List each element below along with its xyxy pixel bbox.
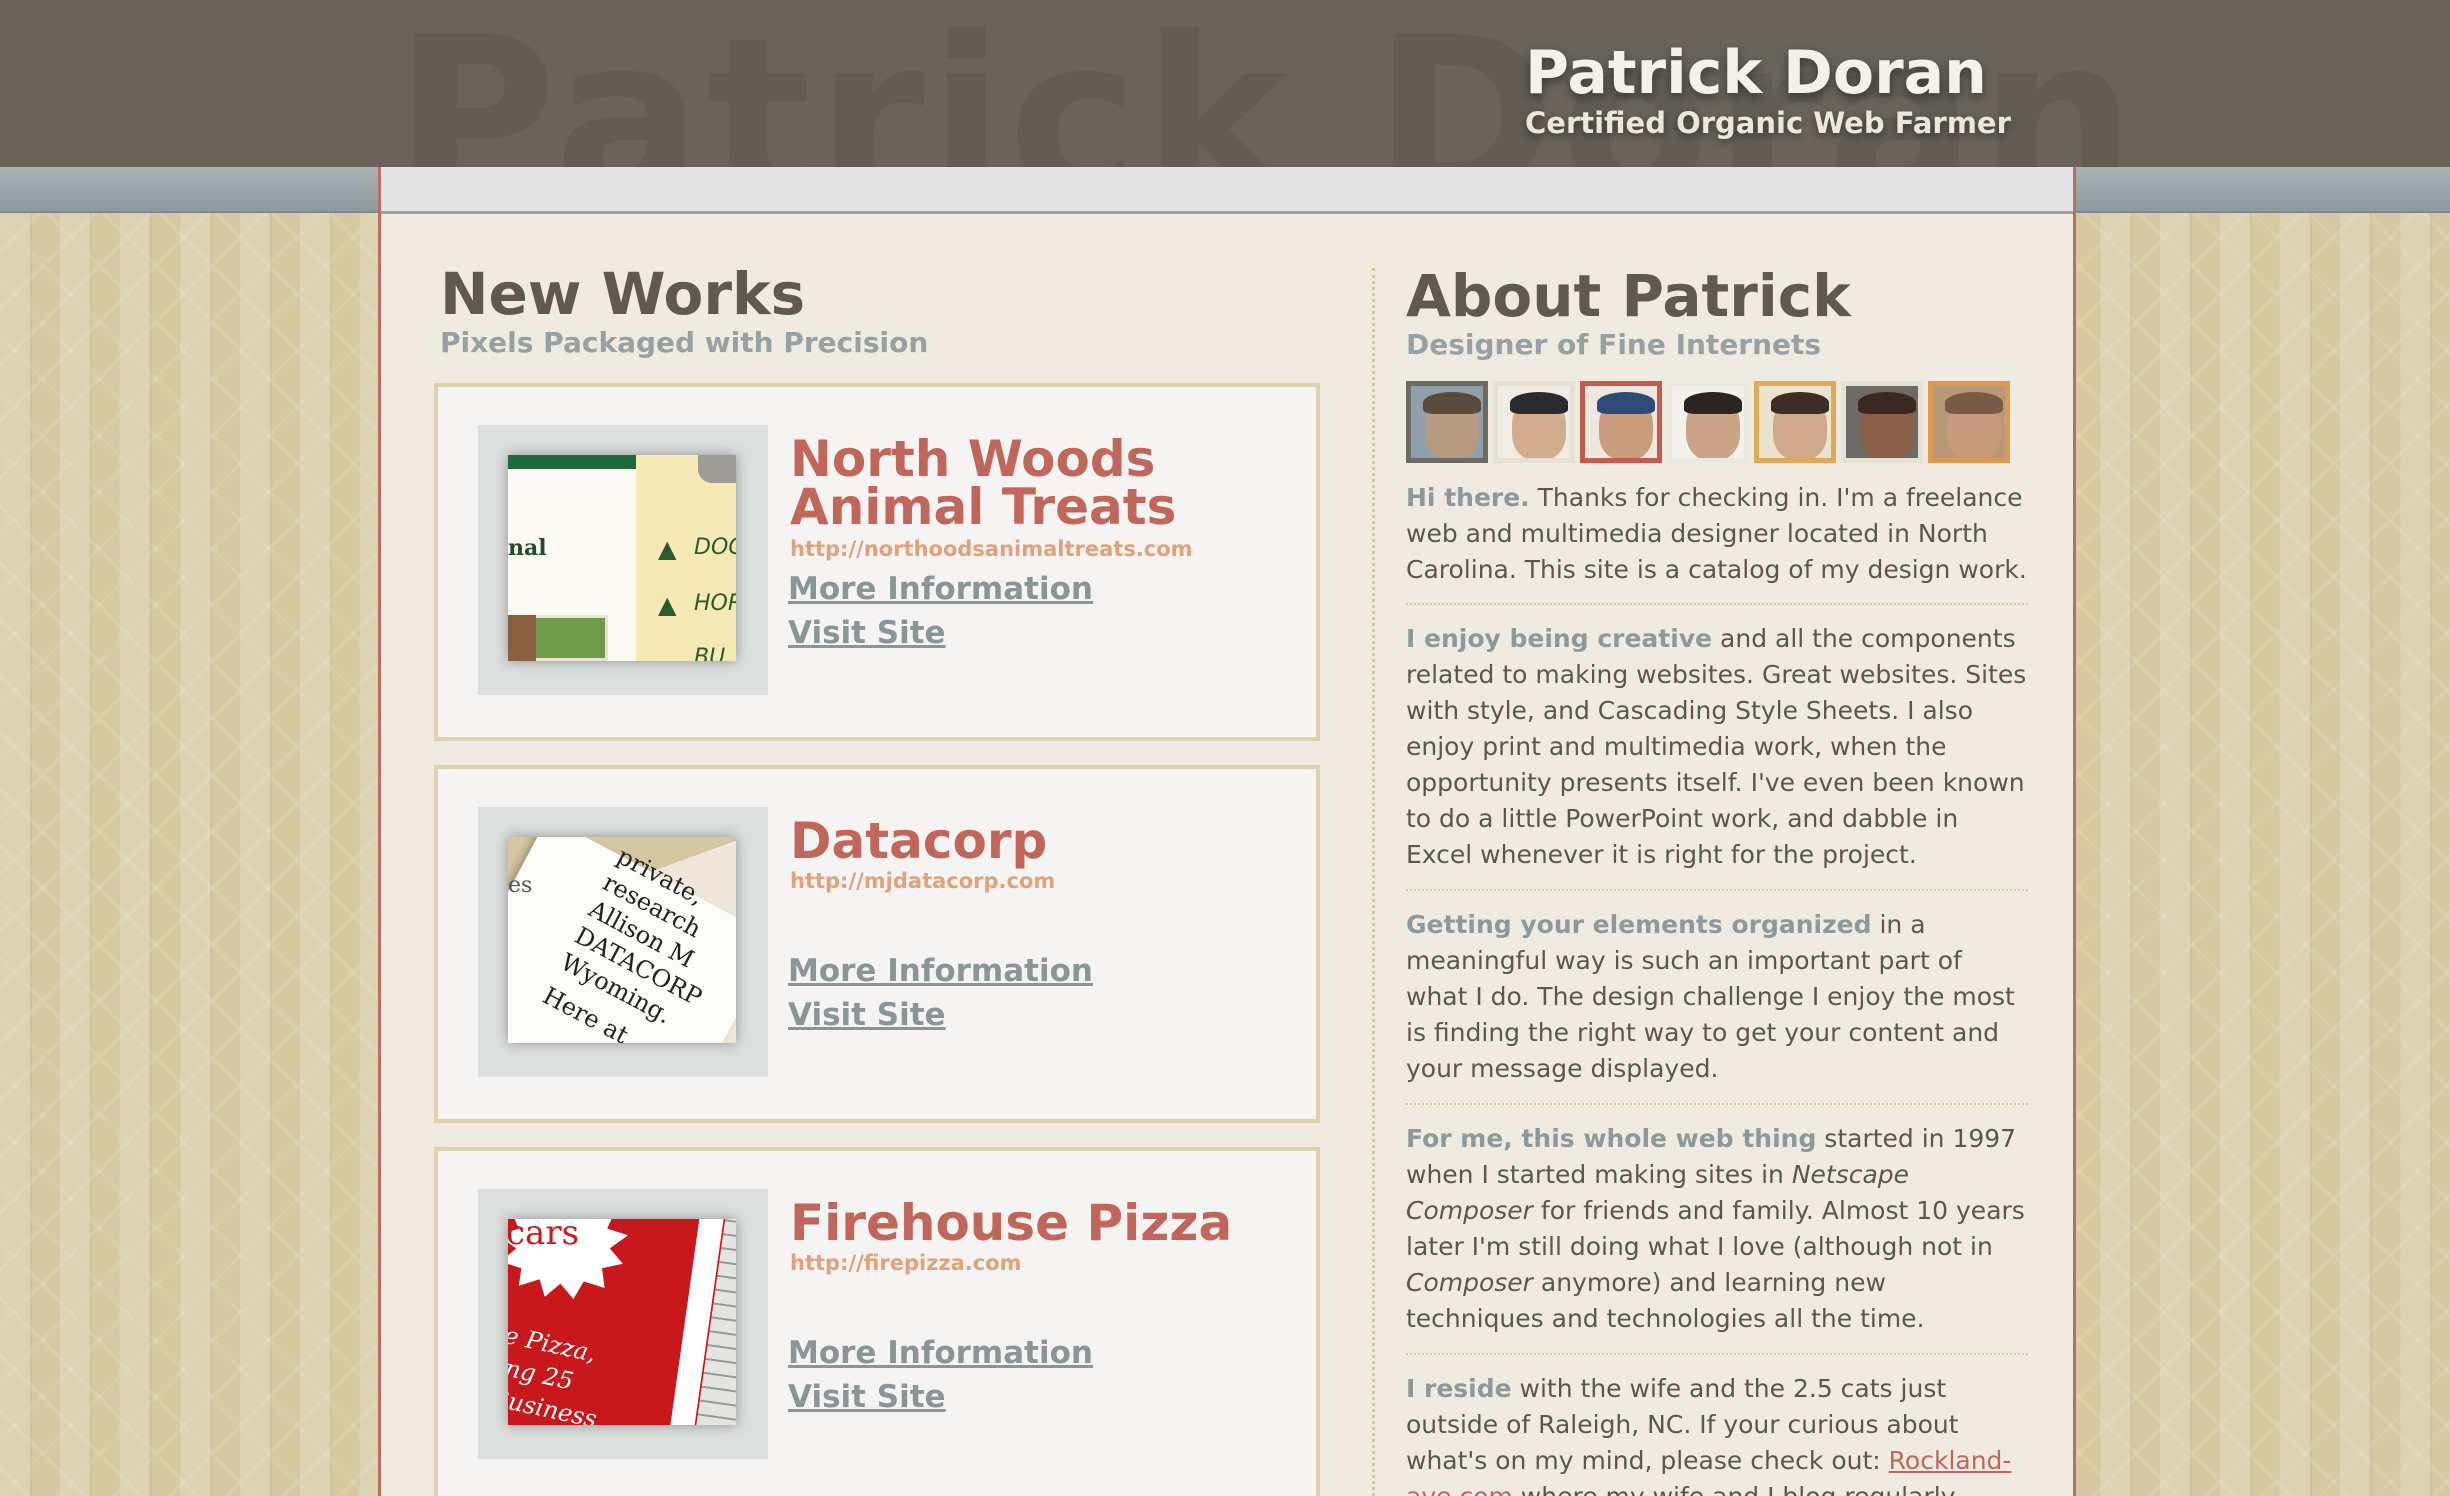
work-url: http://mjdatacorp.com — [790, 869, 1056, 893]
paragraph-lead: For me, this whole web thing — [1406, 1124, 1817, 1153]
avatar-strip — [1406, 381, 2014, 463]
avatar-hair — [1423, 392, 1481, 414]
new-works-subtitle: Pixels Packaged with Precision — [440, 326, 929, 359]
tree-icon: ▲ — [658, 591, 677, 619]
about-paragraph-creative: I enjoy being creative and all the compo… — [1406, 621, 2030, 873]
work-url: http://northoodsanimaltreats.com — [790, 537, 1193, 561]
paragraph-text: and all the components related to making… — [1406, 624, 2027, 869]
about-paragraph-reside: I reside with the wife and the 2.5 cats … — [1406, 1371, 2030, 1496]
site-tagline: Certified Organic Web Farmer — [1525, 106, 2011, 140]
work-card-datacorp: private, research Allison M DATACORP Wyo… — [434, 765, 1320, 1123]
thumbnail-frame: nal ▲ DOG ▲ HOR BU — [478, 425, 768, 695]
avatar[interactable] — [1493, 381, 1575, 463]
paragraph-divider — [1406, 603, 2028, 605]
more-information-link[interactable]: More Information — [788, 1335, 1093, 1371]
paragraph-lead: Getting your elements organized — [1406, 910, 1872, 939]
about-paragraph-organized: Getting your elements organized in a mea… — [1406, 907, 2030, 1087]
about-paragraph-history: For me, this whole web thing started in … — [1406, 1121, 2030, 1337]
work-title: Firehouse Pizza — [790, 1194, 1233, 1252]
about-paragraph-intro: Hi there. Thanks for checking in. I'm a … — [1406, 480, 2030, 588]
thumbnail-datacorp[interactable]: private, research Allison M DATACORP Wyo… — [508, 837, 736, 1043]
avatar[interactable] — [1841, 381, 1923, 463]
paragraph-divider — [1406, 1103, 2028, 1105]
avatar-hair — [1771, 392, 1829, 414]
tree-icon: ▲ — [658, 535, 677, 563]
paragraph-emphasis: Composer — [1406, 1268, 1533, 1297]
column-divider — [1372, 268, 1375, 1496]
thumb-text: DOG — [694, 535, 736, 560]
about-title: About Patrick — [1406, 262, 1851, 330]
paragraph-divider — [1406, 889, 2028, 891]
avatar-hair — [1597, 392, 1655, 414]
visit-site-link[interactable]: Visit Site — [788, 1379, 946, 1415]
work-title: Datacorp — [790, 812, 1048, 870]
work-card-north-woods: nal ▲ DOG ▲ HOR BU North Woods Animal Tr… — [434, 383, 1320, 741]
thumb-text: es — [508, 873, 533, 898]
avatar[interactable] — [1667, 381, 1749, 463]
avatar-hair — [1684, 392, 1742, 414]
avatar-hair — [1858, 392, 1916, 414]
work-card-firehouse-pizza: cars e Pizza, ing 25 Business Firehouse … — [434, 1147, 1320, 1496]
site-header: Patrick Doran Patrick Doran Certified Or… — [0, 0, 2450, 167]
paragraph-text: where my wife and I blog regularly. — [1513, 1482, 1960, 1496]
thumbnail-north-woods[interactable]: nal ▲ DOG ▲ HOR BU — [508, 455, 736, 661]
work-url: http://firepizza.com — [790, 1251, 1022, 1275]
thumbnail-frame: private, research Allison M DATACORP Wyo… — [478, 807, 768, 1077]
avatar-hair — [1510, 392, 1568, 414]
paragraph-divider — [1406, 1353, 2028, 1355]
new-works-title: New Works — [440, 260, 806, 328]
more-information-link[interactable]: More Information — [788, 953, 1093, 989]
visit-site-link[interactable]: Visit Site — [788, 615, 946, 651]
thumbnail-frame: cars e Pizza, ing 25 Business — [478, 1189, 768, 1459]
panel-top-bar — [381, 167, 2073, 214]
avatar[interactable] — [1406, 381, 1488, 463]
avatar-hair — [1945, 392, 2003, 414]
thumb-text: BU — [694, 645, 726, 661]
thumbnail-firehouse-pizza[interactable]: cars e Pizza, ing 25 Business — [508, 1219, 736, 1425]
thumb-text: HOR — [694, 591, 736, 616]
more-information-link[interactable]: More Information — [788, 571, 1093, 607]
paragraph-lead: I reside — [1406, 1374, 1512, 1403]
work-title-line2: Animal Treats — [790, 478, 1177, 536]
about-subtitle: Designer of Fine Internets — [1406, 328, 1822, 361]
work-title: North Woods — [790, 430, 1156, 488]
site-name[interactable]: Patrick Doran — [1525, 38, 1987, 108]
avatar[interactable] — [1580, 381, 1662, 463]
paragraph-lead: Hi there. — [1406, 483, 1530, 512]
avatar[interactable] — [1928, 381, 2010, 463]
thumb-text: nal — [508, 535, 547, 561]
visit-site-link[interactable]: Visit Site — [788, 997, 946, 1033]
avatar[interactable] — [1754, 381, 1836, 463]
paragraph-lead: I enjoy being creative — [1406, 624, 1713, 653]
thumb-text: cars — [508, 1219, 580, 1253]
